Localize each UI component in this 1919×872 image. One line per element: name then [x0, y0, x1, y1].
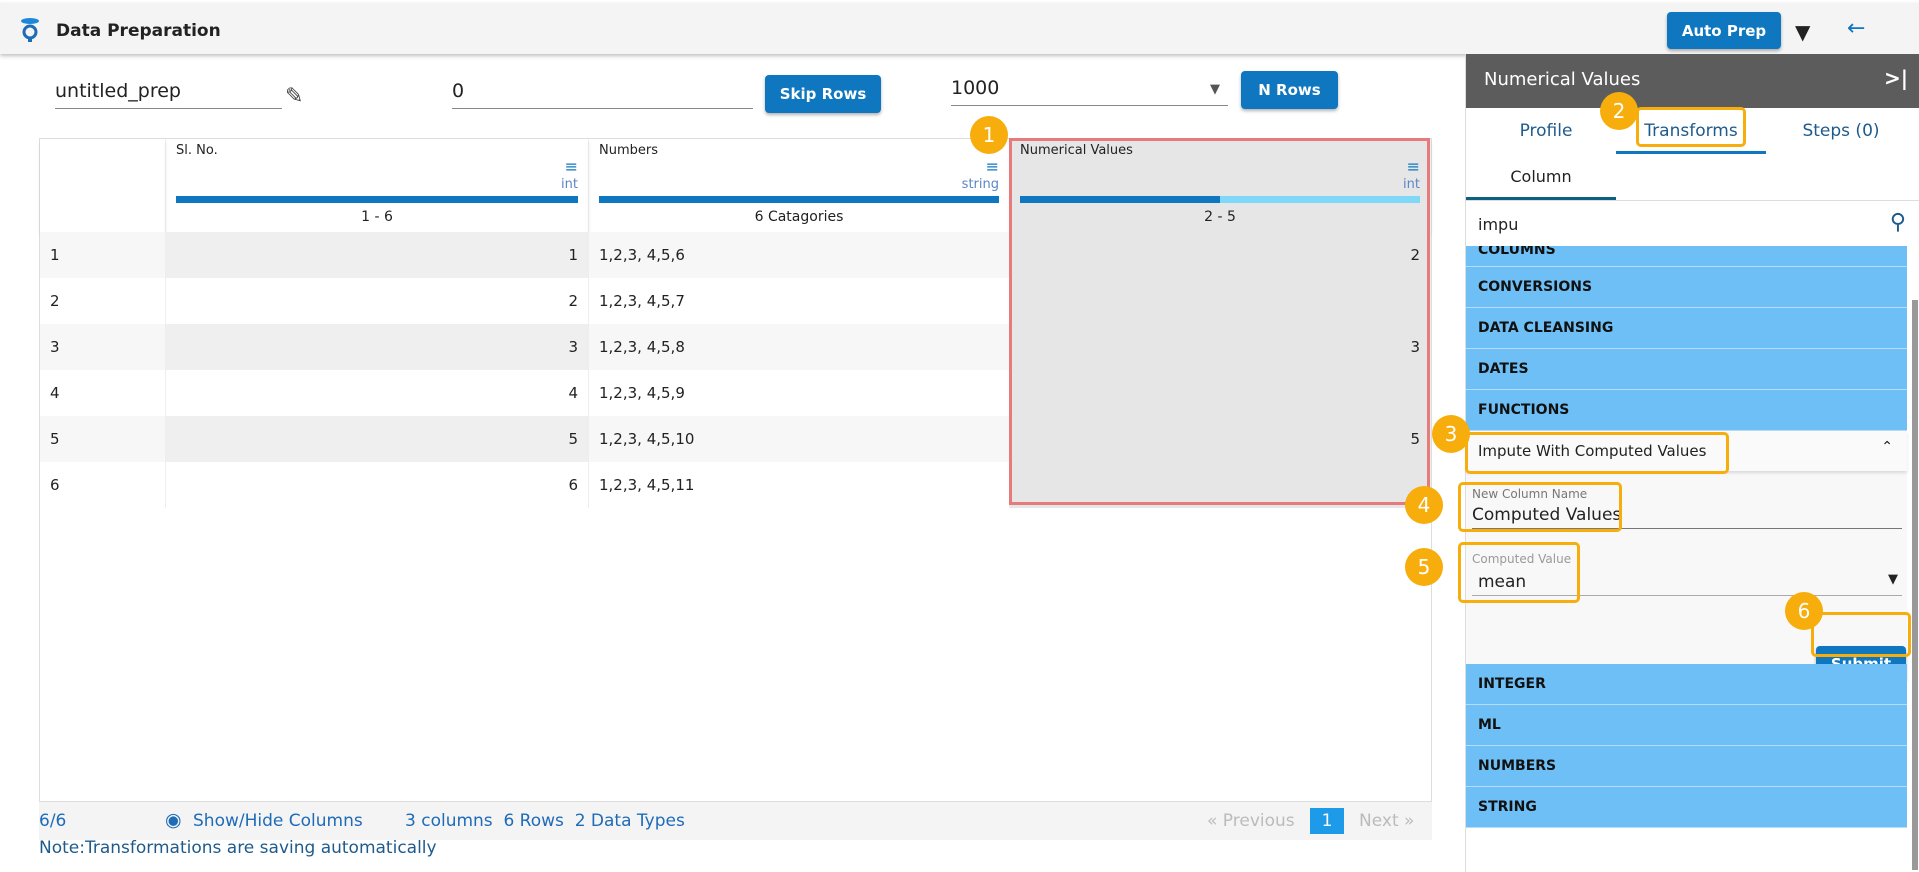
tab-profile[interactable]: Profile: [1471, 108, 1621, 154]
column-range: 6 Catagories: [754, 209, 844, 225]
search-text: impu: [1478, 215, 1519, 234]
show-hide-columns-link[interactable]: Show/Hide Columns: [193, 811, 363, 831]
annotation-outline-impute: [1465, 432, 1729, 474]
badge-number: 5: [1417, 555, 1431, 579]
table-cell: 2: [40, 278, 166, 324]
distribution-bar: [176, 196, 578, 203]
skip-rows-button[interactable]: Skip Rows: [765, 75, 881, 113]
annotation-outline-transforms: [1636, 107, 1746, 147]
panel-title: Numerical Values: [1484, 69, 1641, 90]
table-cell: 1,2,3, 4,5,6: [589, 232, 1010, 278]
table-cell: 3: [166, 324, 589, 370]
group-string[interactable]: STRING: [1466, 787, 1907, 828]
badge-number: 2: [1612, 99, 1626, 123]
badge-number: 1: [982, 123, 996, 147]
top-bar: Data Preparation Auto Prep ▼ ←: [0, 3, 1919, 54]
app-logo-icon: [21, 18, 39, 42]
next-page-button[interactable]: Next »: [1359, 811, 1414, 831]
table-cell: 6: [40, 462, 166, 508]
annotation-outline-computed-value: [1458, 542, 1580, 603]
arrow-left-icon[interactable]: ←: [1847, 16, 1865, 41]
grid-summary: 3 columns 6 Rows 2 Data Types: [405, 811, 685, 831]
table-cell: 1,2,3, 4,5,9: [589, 370, 1010, 416]
table-cell: 1: [40, 232, 166, 278]
group-conversions[interactable]: CONVERSIONS: [1466, 267, 1907, 308]
table-cell: 5: [166, 416, 589, 462]
previous-page-button[interactable]: « Previous: [1207, 811, 1295, 831]
annotation-outline-submit: [1811, 612, 1911, 657]
column-name: Numbers: [599, 143, 658, 158]
collapse-right-icon[interactable]: >|: [1884, 66, 1908, 90]
step-badge-5: 5: [1405, 548, 1443, 586]
table-cell: 3: [40, 324, 166, 370]
transform-search-input[interactable]: impu ⚲: [1466, 200, 1919, 246]
selected-column-highlight: [1009, 138, 1430, 505]
distribution-bar: [599, 196, 999, 203]
n-rows-select[interactable]: 1000: [951, 77, 1228, 106]
table-cell: 6: [166, 462, 589, 508]
step-badge-2: 2: [1600, 92, 1638, 130]
group-data-cleansing[interactable]: DATA CLEANSING: [1466, 308, 1907, 349]
step-badge-3: 3: [1432, 415, 1470, 453]
column-header-numbers[interactable]: Numbers ≡ string 6 Catagories: [589, 139, 1010, 232]
column-type: int: [561, 177, 578, 192]
chevron-up-icon[interactable]: ⌃: [1881, 439, 1893, 455]
group-functions[interactable]: FUNCTIONS: [1466, 390, 1907, 431]
filter-icon[interactable]: ▼: [1795, 20, 1810, 44]
skip-rows-input[interactable]: 0: [452, 80, 753, 109]
tab-steps[interactable]: Steps (0): [1766, 108, 1916, 154]
table-cell: 4: [166, 370, 589, 416]
badge-number: 4: [1417, 493, 1431, 517]
column-name: Sl. No.: [176, 143, 218, 158]
row-number-header: [40, 139, 166, 232]
step-badge-4: 4: [1405, 486, 1443, 524]
column-range: 1 - 6: [361, 209, 393, 225]
group-numbers[interactable]: NUMBERS: [1466, 746, 1907, 787]
page-1-button[interactable]: 1: [1310, 808, 1344, 834]
auto-prep-button[interactable]: Auto Prep: [1667, 12, 1781, 49]
column-type: string: [961, 177, 999, 192]
group-integer[interactable]: INTEGER: [1466, 664, 1907, 705]
prep-name-input[interactable]: untitled_prep: [55, 80, 282, 109]
grid-footer: 6/6 ◉ Show/Hide Columns 3 columns 6 Rows…: [39, 802, 1432, 840]
app-title: Data Preparation: [56, 21, 221, 41]
table-cell: 1,2,3, 4,5,10: [589, 416, 1010, 462]
panel-scrollbar[interactable]: [1912, 300, 1918, 870]
caret-down-icon[interactable]: ▼: [1210, 82, 1220, 97]
menu-icon[interactable]: ≡: [565, 157, 578, 176]
pencil-icon[interactable]: ✎: [285, 84, 303, 109]
search-icon[interactable]: ⚲: [1890, 210, 1906, 235]
table-cell: 5: [40, 416, 166, 462]
table-cell: 1,2,3, 4,5,7: [589, 278, 1010, 324]
annotation-outline-new-column: [1458, 482, 1622, 532]
n-rows-button[interactable]: N Rows: [1241, 71, 1338, 109]
autosave-note: Note:Transformations are saving automati…: [39, 838, 437, 858]
row-count: 6/6: [39, 811, 67, 831]
table-cell: 2: [166, 278, 589, 324]
eye-icon[interactable]: ◉: [165, 809, 182, 831]
panel-header: Numerical Values >|: [1466, 54, 1919, 108]
step-badge-1: 1: [970, 116, 1008, 154]
table-cell: 1,2,3, 4,5,11: [589, 462, 1010, 508]
subtab-column[interactable]: Column: [1466, 154, 1616, 200]
table-cell: 1,2,3, 4,5,8: [589, 324, 1010, 370]
chevron-down-icon: ▼: [1888, 572, 1898, 587]
group-dates[interactable]: DATES: [1466, 349, 1907, 390]
column-header-sl-no[interactable]: Sl. No. ≡ int 1 - 6: [166, 139, 589, 232]
menu-icon[interactable]: ≡: [986, 157, 999, 176]
group-ml[interactable]: ML: [1466, 705, 1907, 746]
badge-number: 6: [1797, 599, 1811, 623]
table-cell: 1: [166, 232, 589, 278]
step-badge-6: 6: [1785, 592, 1823, 630]
badge-number: 3: [1444, 422, 1458, 446]
table-cell: 4: [40, 370, 166, 416]
group-columns[interactable]: COLUMNS: [1466, 246, 1907, 267]
